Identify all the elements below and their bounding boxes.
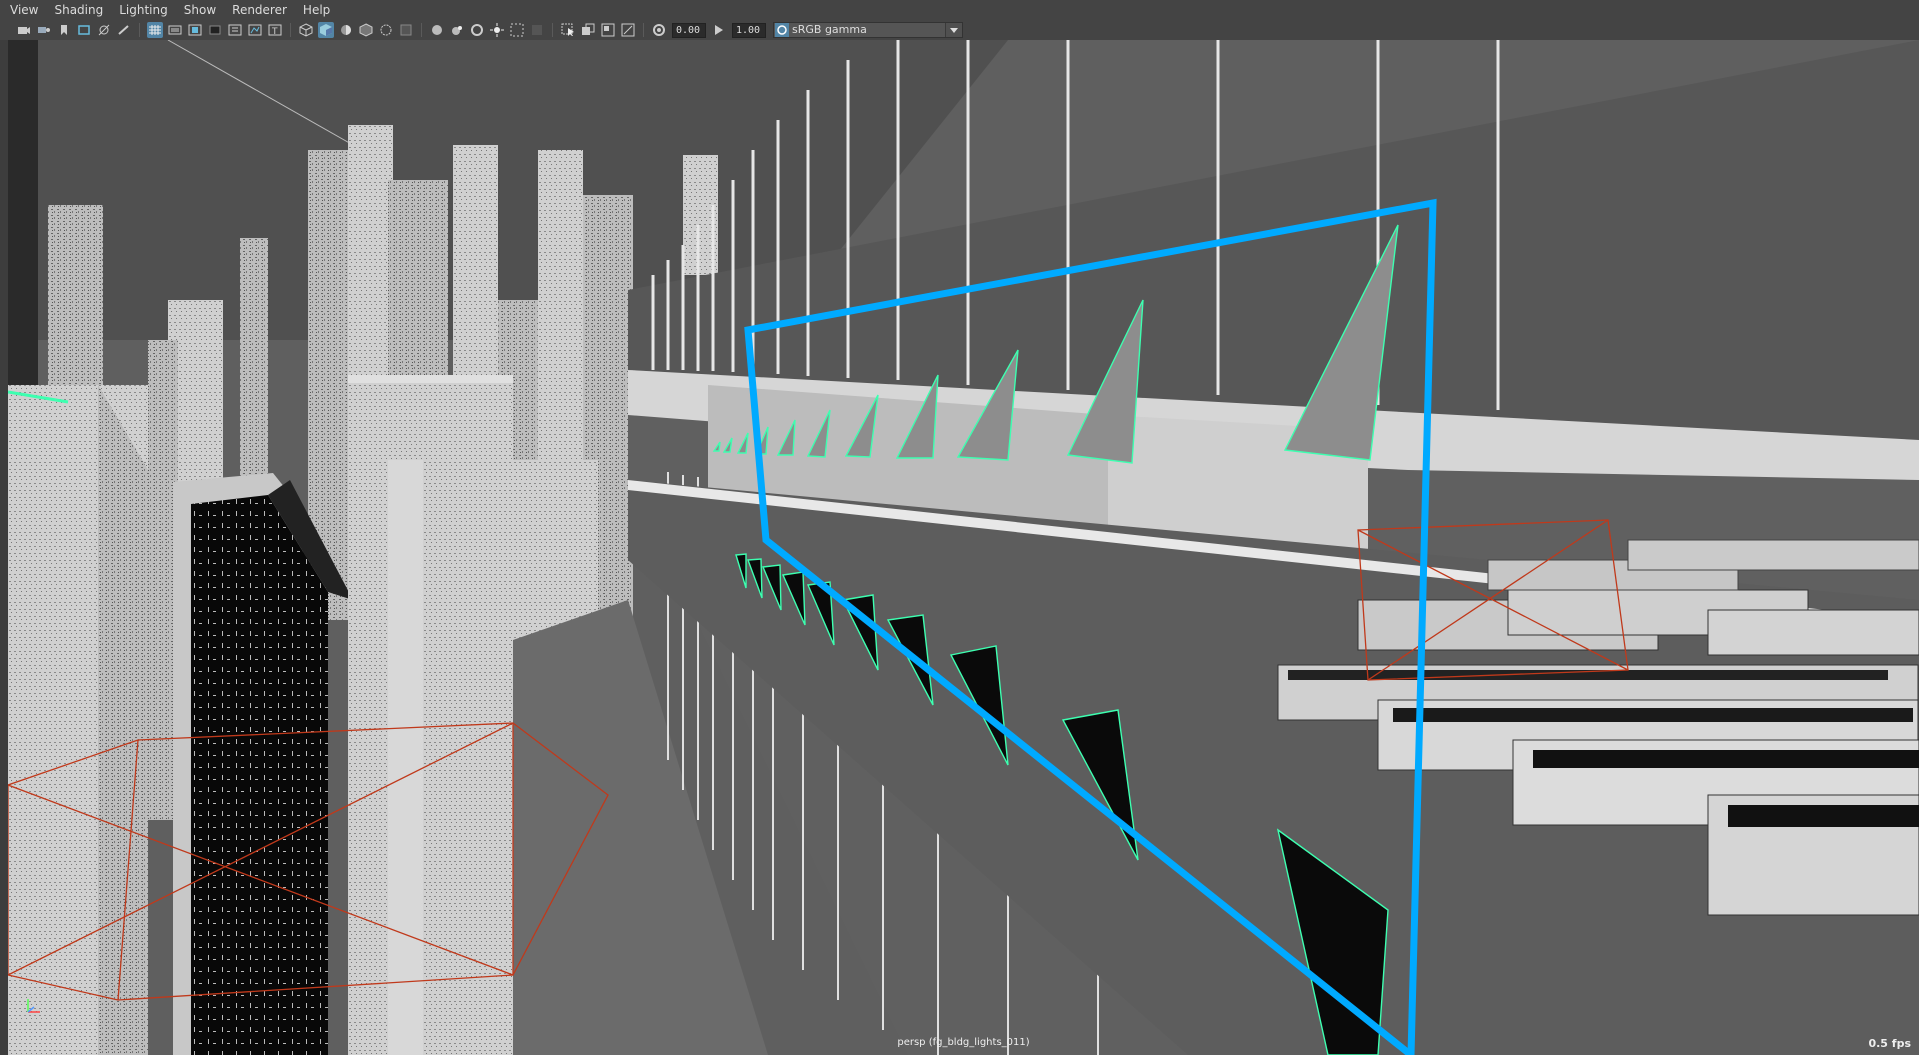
isolate-select-icon[interactable] — [469, 22, 485, 38]
wireframe-icon[interactable] — [247, 22, 263, 38]
gamma-icon[interactable] — [711, 22, 727, 38]
menu-bar: View Shading Lighting Show Renderer Help — [0, 0, 1919, 21]
menu-renderer[interactable]: Renderer — [224, 0, 295, 20]
dark-glass-tower — [173, 473, 353, 1055]
axis-gizmo-icon — [22, 996, 46, 1016]
panel-toolbar: T sRGB gamma — [0, 20, 1919, 41]
foreground-tower-left — [8, 40, 38, 420]
toolbar-separator — [139, 23, 140, 37]
exposure-field[interactable] — [672, 22, 706, 38]
toolbar-separator — [290, 23, 291, 37]
smooth-shade-icon[interactable]: T — [267, 22, 283, 38]
grid-icon[interactable] — [96, 22, 112, 38]
viewport-left-border — [0, 40, 8, 1055]
toolbar-separator — [552, 23, 553, 37]
menu-view[interactable]: View — [0, 0, 46, 20]
camera-name-label: persp (fg_bldg_lights_011) — [897, 1037, 1030, 1048]
depth-of-field-icon[interactable] — [449, 22, 465, 38]
toolbar-separator — [643, 23, 644, 37]
xray-joints-icon[interactable] — [509, 22, 525, 38]
screen-space-ao-icon[interactable] — [378, 22, 394, 38]
textured-icon[interactable] — [318, 22, 334, 38]
gate-mask-icon[interactable] — [167, 22, 183, 38]
svg-text:T: T — [271, 27, 278, 36]
safe-action-icon[interactable] — [207, 22, 223, 38]
xray-icon[interactable] — [489, 22, 505, 38]
toolbar-separator — [421, 23, 422, 37]
bookmark-icon[interactable] — [56, 22, 72, 38]
exposure-icon[interactable] — [651, 22, 667, 38]
motion-blur-icon[interactable] — [398, 22, 414, 38]
shadows-icon[interactable] — [358, 22, 374, 38]
color-space-value: sRGB gamma — [792, 23, 867, 36]
use-all-lights-icon[interactable] — [338, 22, 354, 38]
3d-viewport[interactable]: persp (fg_bldg_lights_011) 0.5 fps — [8, 40, 1919, 1055]
backface-culling-icon[interactable] — [529, 22, 545, 38]
film-gate-icon[interactable] — [116, 22, 132, 38]
safe-title-icon[interactable] — [227, 22, 243, 38]
menu-show[interactable]: Show — [176, 0, 224, 20]
fps-counter: 0.5 fps — [1868, 1037, 1911, 1050]
camera-attributes-icon[interactable] — [36, 22, 52, 38]
scene-render — [8, 40, 1919, 1055]
menu-lighting[interactable]: Lighting — [111, 0, 176, 20]
resolution-gate-icon[interactable] — [147, 22, 163, 38]
copy-panel-icon[interactable] — [580, 22, 596, 38]
field-chart-icon[interactable] — [187, 22, 203, 38]
select-cursor-icon[interactable] — [560, 22, 576, 38]
menu-shading[interactable]: Shading — [46, 0, 111, 20]
default-material-icon[interactable] — [298, 22, 314, 38]
color-management-icon — [775, 23, 789, 37]
camera-icon[interactable] — [16, 22, 32, 38]
multisample-aa-icon[interactable] — [429, 22, 445, 38]
maximize-icon[interactable] — [620, 22, 636, 38]
two-panes-icon[interactable] — [600, 22, 616, 38]
image-plane-icon[interactable] — [76, 22, 92, 38]
menu-help[interactable]: Help — [295, 0, 338, 20]
chevron-down-icon[interactable] — [945, 23, 962, 37]
gamma-field[interactable] — [732, 22, 766, 38]
color-space-dropdown[interactable]: sRGB gamma — [773, 22, 963, 38]
white-striped-tower — [348, 375, 513, 1055]
